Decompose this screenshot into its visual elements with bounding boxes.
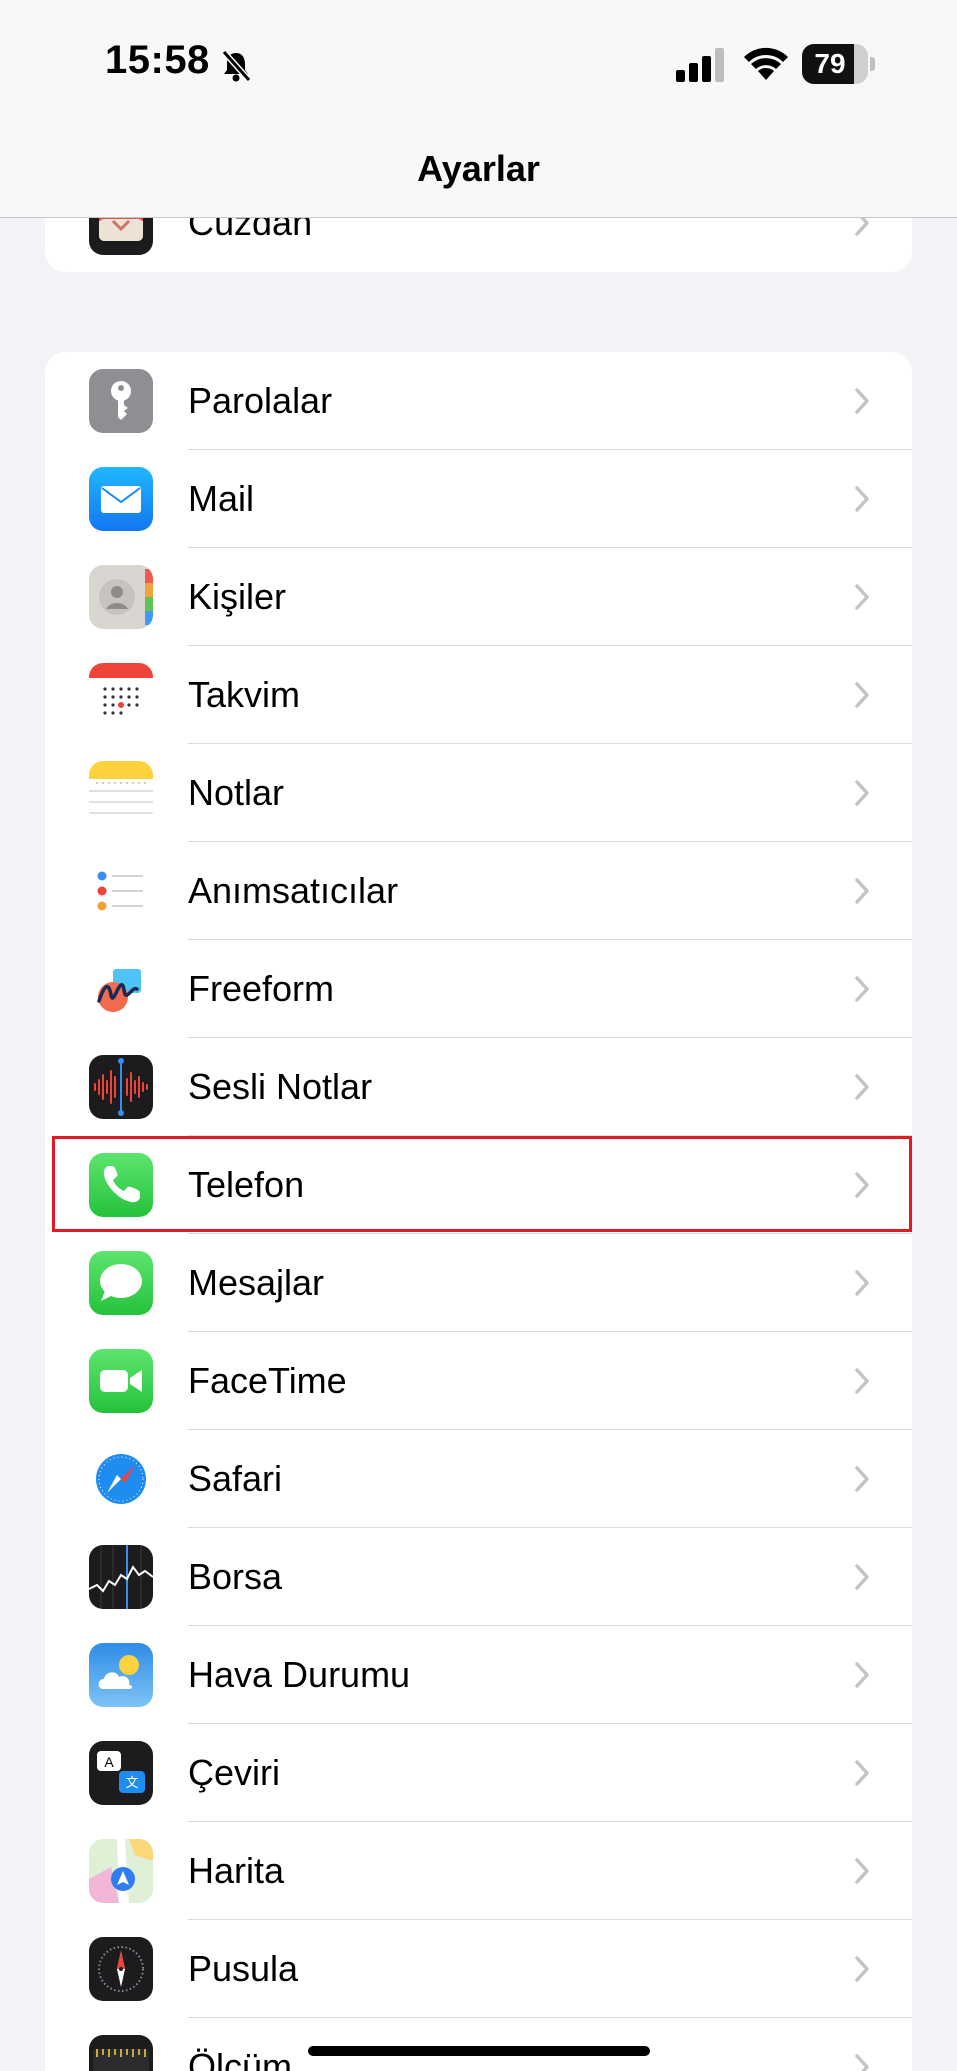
measure-icon <box>89 2035 153 2071</box>
settings-row-label: Mail <box>188 478 255 519</box>
battery-icon: 79 <box>802 44 876 84</box>
weather-icon <box>89 1643 153 1707</box>
status-time: 15:58 <box>105 38 210 82</box>
settings-row-maps[interactable]: Harita <box>45 1822 912 1920</box>
settings-row-label: Takvim <box>188 674 301 715</box>
navigation-bar: Ayarlar <box>0 130 957 218</box>
cellular-signal-icon <box>676 48 724 82</box>
settings-row-label: Çeviri <box>188 1752 281 1793</box>
chevron-right-icon <box>855 1760 869 1786</box>
chevron-right-icon <box>855 1172 869 1198</box>
settings-row-label: Sesli Notlar <box>188 1066 373 1107</box>
phone-icon <box>89 1153 153 1217</box>
settings-row-notes[interactable]: Notlar <box>45 744 912 842</box>
contacts-icon <box>89 565 153 629</box>
chevron-right-icon <box>855 1662 869 1688</box>
home-indicator[interactable] <box>308 2046 650 2056</box>
settings-row-messages[interactable]: Mesajlar <box>45 1234 912 1332</box>
mail-icon <box>89 467 153 531</box>
battery-percentage: 79 <box>814 48 846 79</box>
settings-row-label: Kişiler <box>188 576 287 617</box>
chevron-right-icon <box>855 1368 869 1394</box>
settings-row-freeform[interactable]: Freeform <box>45 940 912 1038</box>
chevron-right-icon <box>855 388 869 414</box>
settings-row-label: Anımsatıcılar <box>188 870 399 911</box>
key-icon <box>89 369 153 433</box>
settings-row-label: Notlar <box>188 772 285 813</box>
chevron-right-icon <box>855 1270 869 1296</box>
chevron-right-icon <box>855 1564 869 1590</box>
settings-row-label: Parolalar <box>188 380 333 421</box>
settings-row-label: Safari <box>188 1458 283 1499</box>
status-bar: 15:58 79 <box>0 0 957 130</box>
chevron-right-icon <box>855 1074 869 1100</box>
calendar-icon <box>89 663 153 727</box>
messages-icon <box>89 1251 153 1315</box>
facetime-icon <box>89 1349 153 1413</box>
settings-row-measure[interactable]: Ölçüm <box>45 2018 912 2071</box>
settings-row-compass[interactable]: Pusula <box>45 1920 912 2018</box>
svg-text:文: 文 <box>125 1776 138 1791</box>
reminders-icon <box>89 859 153 923</box>
page-title: Ayarlar <box>417 148 540 189</box>
svg-text:A: A <box>104 1754 114 1770</box>
translate-icon: A 文 <box>89 1741 153 1805</box>
chevron-right-icon <box>855 584 869 610</box>
notes-icon <box>89 761 153 825</box>
chevron-right-icon <box>855 1956 869 1982</box>
settings-row-phone[interactable]: Telefon <box>45 1136 912 1234</box>
freeform-icon <box>89 957 153 1021</box>
chevron-right-icon <box>855 976 869 1002</box>
chevron-right-icon <box>855 1858 869 1884</box>
settings-group-apps: Parolalar Mail Kişiler Takvim Notlar Anı… <box>45 352 912 2071</box>
voice-memos-icon <box>89 1055 153 1119</box>
settings-row-mail[interactable]: Mail <box>45 450 912 548</box>
settings-row-label: FaceTime <box>188 1360 347 1401</box>
wifi-icon <box>744 47 788 80</box>
settings-row-label: Ölçüm <box>188 2046 293 2071</box>
settings-row-reminders[interactable]: Anımsatıcılar <box>45 842 912 940</box>
silent-bell-icon <box>221 50 252 82</box>
settings-row-voice-memos[interactable]: Sesli Notlar <box>45 1038 912 1136</box>
settings-row-label: Mesajlar <box>188 1262 325 1303</box>
settings-row-calendar[interactable]: Takvim <box>45 646 912 744</box>
settings-row-label: Telefon <box>188 1164 305 1205</box>
settings-row-label: Freeform <box>188 968 335 1009</box>
settings-row-facetime[interactable]: FaceTime <box>45 1332 912 1430</box>
chevron-right-icon <box>855 1466 869 1492</box>
chevron-right-icon <box>855 878 869 904</box>
chevron-right-icon <box>855 2054 869 2071</box>
settings-row-contacts[interactable]: Kişiler <box>45 548 912 646</box>
stocks-icon <box>89 1545 153 1609</box>
settings-row-weather[interactable]: Hava Durumu <box>45 1626 912 1724</box>
settings-row-label: Hava Durumu <box>188 1654 411 1695</box>
compass-icon <box>89 1937 153 2001</box>
settings-row-passwords[interactable]: Parolalar <box>45 352 912 450</box>
settings-row-label: Pusula <box>188 1948 299 1989</box>
settings-row-label: Harita <box>188 1850 285 1891</box>
settings-row-translate[interactable]: A 文 Çeviri <box>45 1724 912 1822</box>
settings-row-label: Borsa <box>188 1556 283 1597</box>
maps-icon <box>89 1839 153 1903</box>
settings-row-stocks[interactable]: Borsa <box>45 1528 912 1626</box>
settings-row-safari[interactable]: Safari <box>45 1430 912 1528</box>
chevron-right-icon <box>855 486 869 512</box>
chevron-right-icon <box>855 780 869 806</box>
chevron-right-icon <box>855 682 869 708</box>
safari-icon <box>89 1447 153 1511</box>
